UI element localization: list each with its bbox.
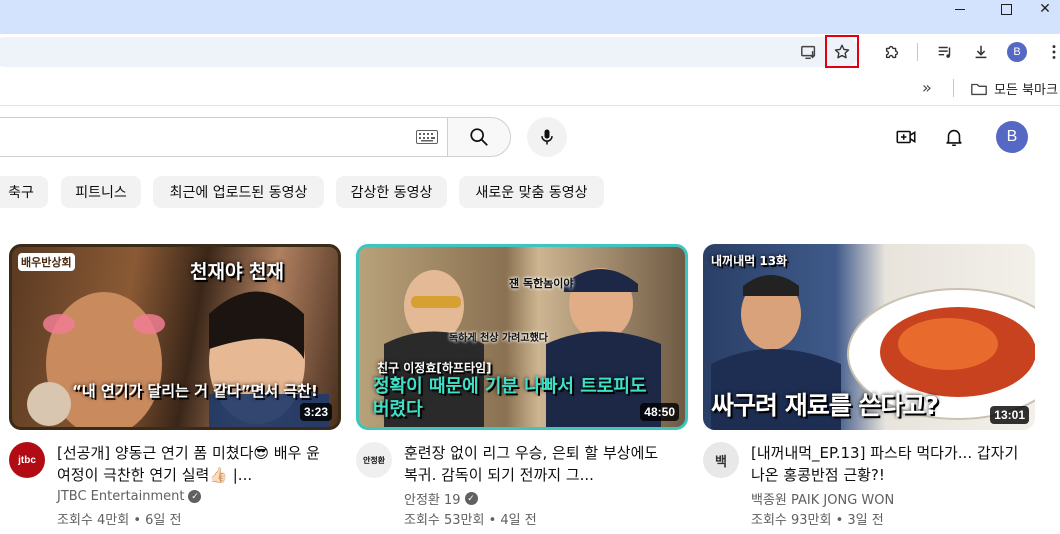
channel-name-row: 안정환 19 ✓ (404, 489, 478, 508)
minimize-button[interactable] (938, 0, 982, 18)
chip-new-to-you[interactable]: 새로운 맞춤 동영상 (459, 176, 604, 208)
video-stats: 조회수 53만회 • 4일 전 (404, 513, 537, 528)
channel-avatar[interactable]: jtbc (9, 442, 45, 478)
browser-titlebar: ✕ (0, 0, 1060, 34)
account-avatar[interactable]: B (996, 121, 1028, 153)
thumbnail-caption-bottom: “내 연기가 달리는 거 같다”면서 극찬! (72, 382, 318, 400)
bookmarks-overflow-button[interactable]: » (922, 78, 932, 97)
video-title[interactable]: 훈련장 없이 리그 우승, 은퇴 할 부상에도 복귀. 감독이 되기 전까지 그… (404, 442, 674, 486)
thumbnail-caption-bottom: 싸구려 재료를 쓴다고? (711, 391, 939, 420)
verified-icon: ✓ (188, 490, 202, 503)
channel-name[interactable]: 안정환 19 (404, 489, 461, 508)
thumbnail-art (27, 291, 329, 427)
thumbnail-caption-top: 친구 이정효[하프타임] (377, 361, 492, 375)
thumbnail-caption-top: 천재야 천재 (190, 261, 285, 283)
voice-search-button[interactable] (527, 117, 567, 157)
channel-avatar[interactable]: 안정환 (356, 442, 392, 478)
all-bookmarks-label: 모든 북마크 (994, 83, 1058, 98)
channel-avatar-text: jtbc (18, 454, 36, 466)
video-stats: 조회수 93만회 • 3일 전 (751, 513, 884, 528)
toolbar-divider (917, 43, 918, 61)
thumbnail-badge: 배우반상회 (18, 253, 75, 271)
video-card[interactable]: 배우반상회 천재야 천재 “내 연기가 달리는 거 같다”면서 극찬! 3:23… (9, 244, 341, 532)
address-bar[interactable] (0, 37, 860, 67)
highlight-box (825, 35, 859, 68)
extensions-icon[interactable] (878, 38, 906, 66)
video-duration: 48:50 (640, 403, 679, 421)
profile-button[interactable]: B (1003, 38, 1031, 66)
chip-fitness[interactable]: 피트니스 (61, 176, 141, 208)
bell-icon (946, 129, 962, 147)
bookmarks-divider (953, 79, 954, 97)
close-window-button[interactable]: ✕ (1030, 0, 1060, 18)
thumbnail-caption-bottom: 정확이 때문에 기분 나빠서 트로피도 버렸다 (373, 376, 647, 420)
maximize-button[interactable] (984, 0, 1028, 18)
create-video-icon (896, 130, 916, 144)
microphone-icon (541, 129, 553, 145)
folder-icon (971, 83, 987, 95)
channel-avatar[interactable]: 백 (703, 442, 739, 478)
channel-name-row: JTBC Entertainment ✓ (57, 489, 202, 504)
browser-toolbar: B (0, 34, 1060, 70)
thumbnail-note: 독하게 천상 가려고했다 (449, 333, 548, 344)
channel-avatar-text: 안정환 (362, 455, 386, 465)
video-title[interactable]: [내꺼내먹_EP.13] 파스타 먹다가... 갑자기 나온 홍콩반점 근황?! (751, 442, 1021, 486)
search-icon (470, 128, 488, 146)
chip-soccer[interactable]: 축구 (0, 176, 48, 208)
media-controls-icon[interactable] (931, 38, 959, 66)
video-stats: 조회수 4만회 • 6일 전 (57, 513, 182, 528)
all-bookmarks-folder[interactable]: 모든 북마크 (970, 79, 1058, 98)
search-input[interactable] (0, 117, 448, 157)
channel-name[interactable]: 백종원 PAIK JONG WON (751, 489, 894, 508)
verified-icon: ✓ (464, 492, 478, 505)
video-duration: 3:23 (299, 403, 332, 421)
channel-name-row: 백종원 PAIK JONG WON (751, 489, 894, 508)
search-button[interactable] (447, 117, 511, 157)
channel-name[interactable]: JTBC Entertainment (57, 489, 184, 504)
thumbnail-caption-top: 내꺼내먹 13화 (711, 254, 788, 268)
channel-avatar-text: 백 (715, 454, 727, 470)
video-thumbnail[interactable]: 배우반상회 천재야 천재 “내 연기가 달리는 거 같다”면서 극찬! 3:23 (9, 244, 341, 430)
video-duration: 13:01 (990, 406, 1029, 424)
download-icon[interactable] (967, 38, 995, 66)
youtube-header: B (0, 107, 1060, 167)
video-card[interactable]: 내꺼내먹 13화 싸구려 재료를 쓴다고? 13:01 백 [내꺼내먹_EP.1… (703, 244, 1035, 532)
notifications-button[interactable] (940, 123, 968, 151)
chip-watched[interactable]: 감상한 동영상 (336, 176, 447, 208)
video-title[interactable]: [선공개] 양동근 연기 폼 미쳤다😎 배우 윤여정이 극찬한 연기 실력👍🏻 … (57, 442, 327, 486)
install-app-icon[interactable] (795, 38, 823, 66)
video-thumbnail[interactable]: 쟨 독한놈이야 독하게 천상 가려고했다 친구 이정효[하프타임] 정확이 때문… (356, 244, 688, 430)
video-card[interactable]: 쟨 독한놈이야 독하게 천상 가려고했다 친구 이정효[하프타임] 정확이 때문… (356, 244, 688, 532)
create-video-button[interactable] (892, 123, 920, 151)
chip-recently-uploaded[interactable]: 최근에 업로드된 동영상 (153, 176, 324, 208)
video-thumbnail[interactable]: 내꺼내먹 13화 싸구려 재료를 쓴다고? 13:01 (703, 244, 1035, 430)
thumbnail-note: 쟨 독한놈이야 (509, 277, 574, 290)
bookmarks-bar: » 모든 북마크 (0, 70, 1060, 106)
browser-menu-icon[interactable] (1040, 38, 1060, 66)
keyboard-icon[interactable] (416, 129, 438, 144)
profile-avatar: B (1007, 42, 1027, 62)
